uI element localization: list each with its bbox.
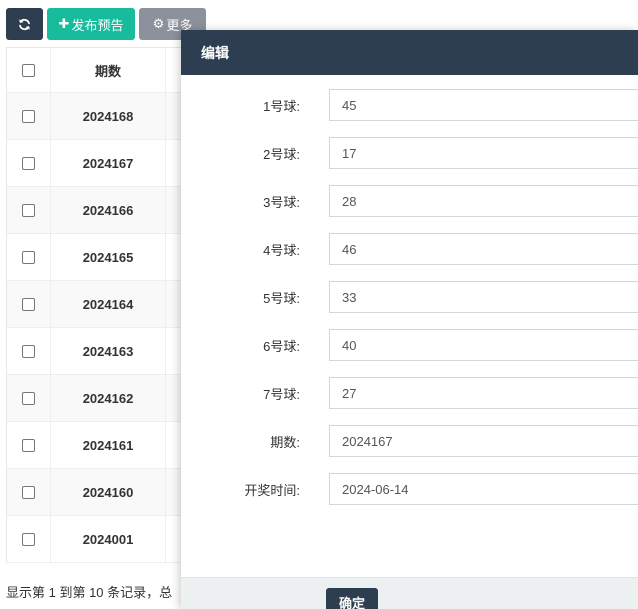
form-field-label: 开奖时间: <box>244 482 300 498</box>
row-checkbox[interactable] <box>22 391 35 405</box>
form-field-label: 4号球: <box>263 242 300 258</box>
row-checkbox-cell <box>7 469 51 515</box>
form-row: 4号球: 46 <box>181 233 638 265</box>
row-checkbox-cell <box>7 516 51 562</box>
row-checkbox[interactable] <box>22 532 35 546</box>
form-field-input[interactable]: 2024167 <box>329 425 638 457</box>
form-field-label: 7号球: <box>263 386 300 402</box>
refresh-button[interactable] <box>6 8 43 40</box>
period-cell: 2024167 <box>51 140 166 186</box>
row-checkbox[interactable] <box>22 203 35 217</box>
dialog-footer: 确定 <box>181 577 638 609</box>
table-row[interactable]: 2024001 <box>7 516 186 563</box>
table-row[interactable]: 2024166 <box>7 187 186 234</box>
column-header-period[interactable]: 期数 <box>51 48 166 92</box>
row-checkbox-cell <box>7 140 51 186</box>
form-field-input[interactable]: 40 <box>329 329 638 361</box>
table-row[interactable]: 2024163 <box>7 328 186 375</box>
form-row: 开奖时间: 2024-06-14 <box>181 473 638 505</box>
table-row[interactable]: 2024167 <box>7 140 186 187</box>
form-field-label: 期数: <box>270 434 300 450</box>
row-checkbox-cell <box>7 422 51 468</box>
table-row[interactable]: 2024168 <box>7 93 186 140</box>
form-field-input[interactable]: 45 <box>329 89 638 121</box>
row-checkbox-cell <box>7 375 51 421</box>
form-row: 6号球: 40 <box>181 329 638 361</box>
period-cell: 2024163 <box>51 328 166 374</box>
form-row: 期数: 2024167 <box>181 425 638 457</box>
form-field-label: 3号球: <box>263 194 300 210</box>
row-checkbox[interactable] <box>22 250 35 264</box>
period-cell: 2024164 <box>51 281 166 327</box>
form-field-input[interactable]: 46 <box>329 233 638 265</box>
table-header: 期数 <box>7 48 186 93</box>
form-row: 3号球: 28 <box>181 185 638 217</box>
form-field-input[interactable]: 2024-06-14 <box>329 473 638 505</box>
toolbar: ✚ 发布预告 ⚙ 更多 <box>6 8 206 40</box>
form-field-input[interactable]: 33 <box>329 281 638 313</box>
row-checkbox-cell <box>7 281 51 327</box>
period-cell: 2024165 <box>51 234 166 280</box>
form-row: 2号球: 17 <box>181 137 638 169</box>
table-row[interactable]: 2024165 <box>7 234 186 281</box>
table-row[interactable]: 2024161 <box>7 422 186 469</box>
form-row: 7号球: 27 <box>181 377 638 409</box>
table-body: 2024168 2024167 2024166 2024165 2024164 20241… <box>7 93 186 563</box>
period-cell: 2024161 <box>51 422 166 468</box>
period-cell: 2024166 <box>51 187 166 233</box>
form-field-input[interactable]: 28 <box>329 185 638 217</box>
period-cell: 2024162 <box>51 375 166 421</box>
period-cell: 2024168 <box>51 93 166 139</box>
form-field-input[interactable]: 27 <box>329 377 638 409</box>
form-field-label: 1号球: <box>263 98 300 114</box>
form-field-input[interactable]: 17 <box>329 137 638 169</box>
form-field-label: 6号球: <box>263 338 300 354</box>
row-checkbox-cell <box>7 234 51 280</box>
select-all-checkbox[interactable] <box>22 63 35 77</box>
pagination-summary: 显示第 1 到第 10 条记录，总 <box>6 585 173 600</box>
row-checkbox-cell <box>7 187 51 233</box>
edit-dialog: 编辑 1号球: 45 2号球: 17 3号球: 28 4号球: 46 5号球: 33 6号球: 40 7… <box>181 30 638 609</box>
dialog-header: 编辑 <box>181 30 638 75</box>
refresh-icon <box>19 18 30 30</box>
row-checkbox[interactable] <box>22 438 35 452</box>
gear-icon: ⚙ <box>152 16 165 31</box>
publish-button-label: 发布预告 <box>71 17 124 33</box>
row-checkbox[interactable] <box>22 109 35 123</box>
publish-button[interactable]: ✚ 发布预告 <box>47 8 135 40</box>
row-checkbox-cell <box>7 93 51 139</box>
dialog-title: 编辑 <box>201 44 229 61</box>
form-row: 1号球: 45 <box>181 89 638 121</box>
row-checkbox[interactable] <box>22 297 35 311</box>
period-cell: 2024160 <box>51 469 166 515</box>
data-table: 期数 2024168 2024167 2024166 2024165 2024164 20… <box>6 47 186 563</box>
period-cell: 2024001 <box>51 516 166 562</box>
form-field-label: 2号球: <box>263 146 300 162</box>
form-field-label: 5号球: <box>263 290 300 306</box>
row-checkbox[interactable] <box>22 156 35 170</box>
table-row[interactable]: 2024160 <box>7 469 186 516</box>
table-row[interactable]: 2024164 <box>7 281 186 328</box>
row-checkbox[interactable] <box>22 344 35 358</box>
table-row[interactable]: 2024162 <box>7 375 186 422</box>
page: ✚ 发布预告 ⚙ 更多 期数 2024168 2024167 2024166 2024… <box>0 0 638 609</box>
plus-icon: ✚ <box>58 16 70 31</box>
row-checkbox-cell <box>7 328 51 374</box>
confirm-button[interactable]: 确定 <box>326 588 378 609</box>
form-row: 5号球: 33 <box>181 281 638 313</box>
select-all-cell <box>7 48 51 92</box>
row-checkbox[interactable] <box>22 485 35 499</box>
